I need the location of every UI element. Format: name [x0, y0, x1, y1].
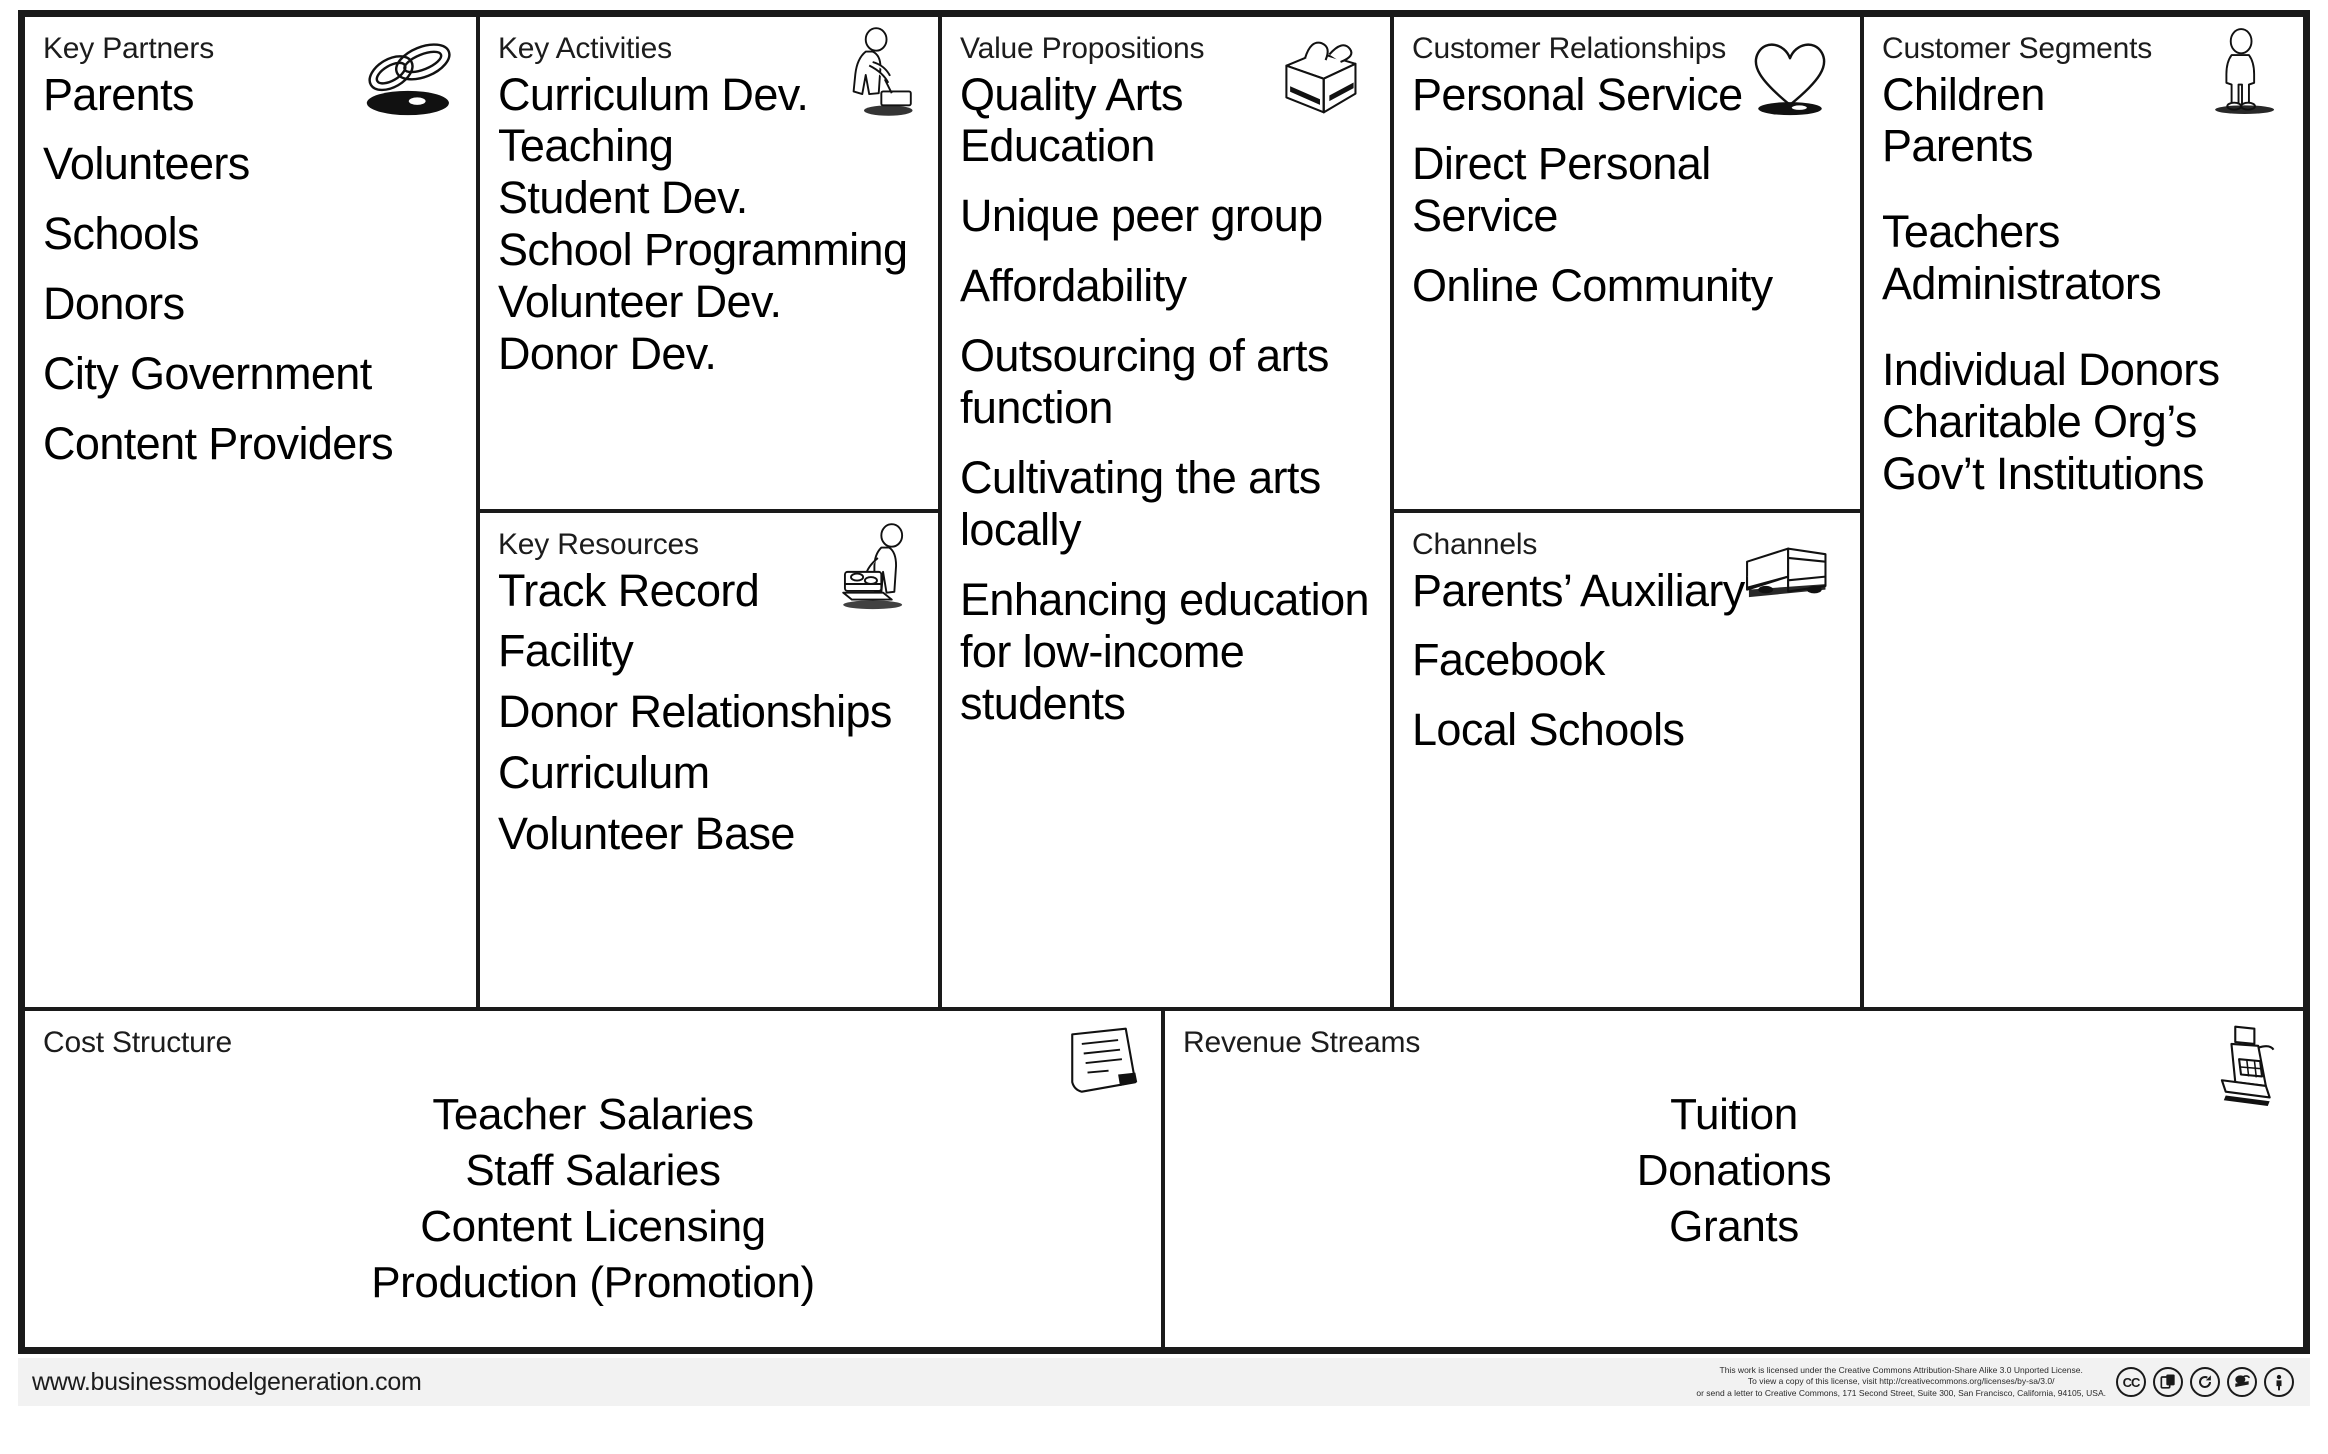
list-item: Tuition	[1670, 1089, 1798, 1139]
canvas-top-row: Key Partners Parents Volunteers Schools …	[25, 17, 2303, 1007]
list-item: Enhancing education for low-income stude…	[960, 574, 1370, 730]
customer-segments-group-2: Teachers Administrators	[1882, 206, 2285, 310]
customer-relationships-list: Personal Service Direct Personal Service…	[1412, 69, 1842, 313]
revenue-streams-list: Tuition Donations Grants	[1183, 1087, 2285, 1256]
list-item: Gov’t Institutions	[1882, 448, 2204, 500]
footer-license-area: This work is licensed under the Creative…	[1696, 1365, 2300, 1399]
block-revenue-streams[interactable]: Revenue Streams Tuition Donations Grants	[1165, 1011, 2303, 1351]
key-resources-list: Track Record Facility Donor Relationship…	[498, 565, 920, 861]
attribution-person-icon[interactable]	[2264, 1367, 2294, 1397]
list-item: Donations	[1636, 1145, 1832, 1195]
block-value-propositions[interactable]: Value Propositions Quality Arts Educatio…	[942, 17, 1390, 1007]
business-model-canvas: Key Partners Parents Volunteers Schools …	[0, 0, 2328, 1454]
list-item: School Programming	[498, 224, 908, 276]
list-item: Individual Donors	[1882, 344, 2220, 396]
list-item: Content Providers	[43, 418, 394, 470]
block-title-customer-relationships: Customer Relationships	[1412, 32, 1727, 65]
block-title-channels: Channels	[1412, 528, 1538, 561]
list-item: Production (Promotion)	[371, 1258, 815, 1308]
license-line-3: or send a letter to Creative Commons, 17…	[1696, 1387, 2106, 1398]
page-footer: www.businessmodelgeneration.com This wor…	[18, 1358, 2310, 1406]
list-item: Curriculum Dev.	[498, 68, 809, 120]
list-item: Administrators	[1882, 258, 2162, 310]
column-customer-relationships-channels: Customer Relationships Personal Service …	[1394, 17, 1864, 1007]
list-item: Track Record	[498, 564, 760, 616]
list-item: Schools	[43, 208, 200, 260]
list-item: Grants	[1669, 1202, 1799, 1252]
block-title-revenue-streams: Revenue Streams	[1183, 1026, 1421, 1059]
list-item: Charitable Org’s	[1882, 396, 2197, 448]
list-item: Children	[1882, 68, 2045, 120]
list-item: City Government	[43, 348, 372, 400]
block-cost-structure[interactable]: Cost Structure Teacher Salaries Staff Sa…	[25, 1011, 1165, 1351]
canvas-frame: Key Partners Parents Volunteers Schools …	[18, 10, 2310, 1354]
list-item: Student Dev.	[498, 172, 748, 224]
canvas-bottom-row: Cost Structure Teacher Salaries Staff Sa…	[25, 1007, 2303, 1351]
website-url[interactable]: www.businessmodelgeneration.com	[32, 1368, 422, 1397]
license-line-2: To view a copy of this license, visit ht…	[1747, 1376, 2055, 1387]
list-item: Facebook	[1412, 634, 1605, 686]
block-customer-relationships[interactable]: Customer Relationships Personal Service …	[1394, 17, 1860, 513]
key-activities-list: Curriculum Dev. Teaching Student Dev. Sc…	[498, 69, 920, 381]
list-item: Volunteer Base	[498, 808, 795, 860]
list-item: Donors	[43, 278, 185, 330]
cost-structure-list: Teacher Salaries Staff Salaries Content …	[43, 1087, 1143, 1312]
list-item: Parents’ Auxiliary	[1412, 564, 1745, 616]
list-item: Outsourcing of arts function	[960, 330, 1329, 434]
list-item: Teacher Salaries	[432, 1089, 754, 1139]
value-propositions-list: Quality Arts Education Unique peer group…	[960, 69, 1372, 731]
license-line-1: This work is licensed under the Creative…	[1719, 1364, 2083, 1375]
list-item: Quality Arts Education	[960, 68, 1183, 172]
customer-segments-group-3: Individual Donors Charitable Org’s Gov’t…	[1882, 344, 2285, 500]
block-title-cost-structure: Cost Structure	[43, 1026, 232, 1059]
block-channels[interactable]: Channels Parents’ Auxiliary Facebook Loc…	[1394, 513, 1860, 1003]
list-item: Volunteers	[43, 138, 250, 190]
list-item: Curriculum	[498, 747, 710, 799]
block-title-key-resources: Key Resources	[498, 528, 699, 561]
list-item: Parents	[1882, 120, 2033, 172]
block-key-partners[interactable]: Key Partners Parents Volunteers Schools …	[25, 17, 476, 1007]
key-partners-list: Parents Volunteers Schools Donors City G…	[43, 69, 458, 471]
block-title-key-activities: Key Activities	[498, 32, 672, 65]
block-key-resources[interactable]: Key Resources Track Record Facility Dono…	[480, 513, 938, 1003]
list-item: Volunteer Dev.	[498, 276, 782, 328]
column-key-partners: Key Partners Parents Volunteers Schools …	[25, 17, 480, 1007]
list-item: Local Schools	[1412, 704, 1685, 756]
cc-badge-label: CC	[2122, 1374, 2141, 1390]
list-item: Affordability	[960, 260, 1187, 312]
list-item: Content Licensing	[420, 1202, 766, 1252]
list-item: Personal Service	[1412, 68, 1743, 120]
list-item: Unique peer group	[960, 190, 1323, 242]
customer-segments-group-1: Children Parents	[1882, 69, 2285, 173]
column-customer-segments: Customer Segments Children Parents Teach…	[1864, 17, 2303, 1007]
block-title-value-propositions: Value Propositions	[960, 32, 1205, 65]
list-item: Donor Dev.	[498, 328, 717, 380]
list-item: Online Community	[1412, 260, 1773, 312]
list-item: Direct Personal Service	[1412, 138, 1711, 242]
list-item: Teaching	[498, 120, 674, 172]
share-alike-icon[interactable]	[2190, 1367, 2220, 1397]
creative-commons-badges: CC	[2116, 1367, 2300, 1397]
column-value-propositions: Value Propositions Quality Arts Educatio…	[942, 17, 1394, 1007]
block-title-key-partners: Key Partners	[43, 32, 215, 65]
block-key-activities[interactable]: Key Activities Curriculum Dev. Teaching …	[480, 17, 938, 513]
list-item: Teachers	[1882, 206, 2060, 258]
list-item: Staff Salaries	[465, 1145, 721, 1195]
cc-icon[interactable]: CC	[2116, 1367, 2146, 1397]
creative-commons-license-text: This work is licensed under the Creative…	[1696, 1365, 2106, 1399]
list-item: Facility	[498, 625, 634, 677]
column-key-activities-resources: Key Activities Curriculum Dev. Teaching …	[480, 17, 942, 1007]
block-customer-segments[interactable]: Customer Segments Children Parents Teach…	[1864, 17, 2303, 1007]
block-title-customer-segments: Customer Segments	[1882, 32, 2153, 65]
list-item: Parents	[43, 68, 194, 120]
share-copy-icon[interactable]	[2153, 1367, 2183, 1397]
list-item: Donor Relationships	[498, 686, 892, 738]
list-item: Cultivating the arts locally	[960, 452, 1321, 556]
channels-list: Parents’ Auxiliary Facebook Local School…	[1412, 565, 1842, 757]
remix-icon[interactable]	[2227, 1367, 2257, 1397]
